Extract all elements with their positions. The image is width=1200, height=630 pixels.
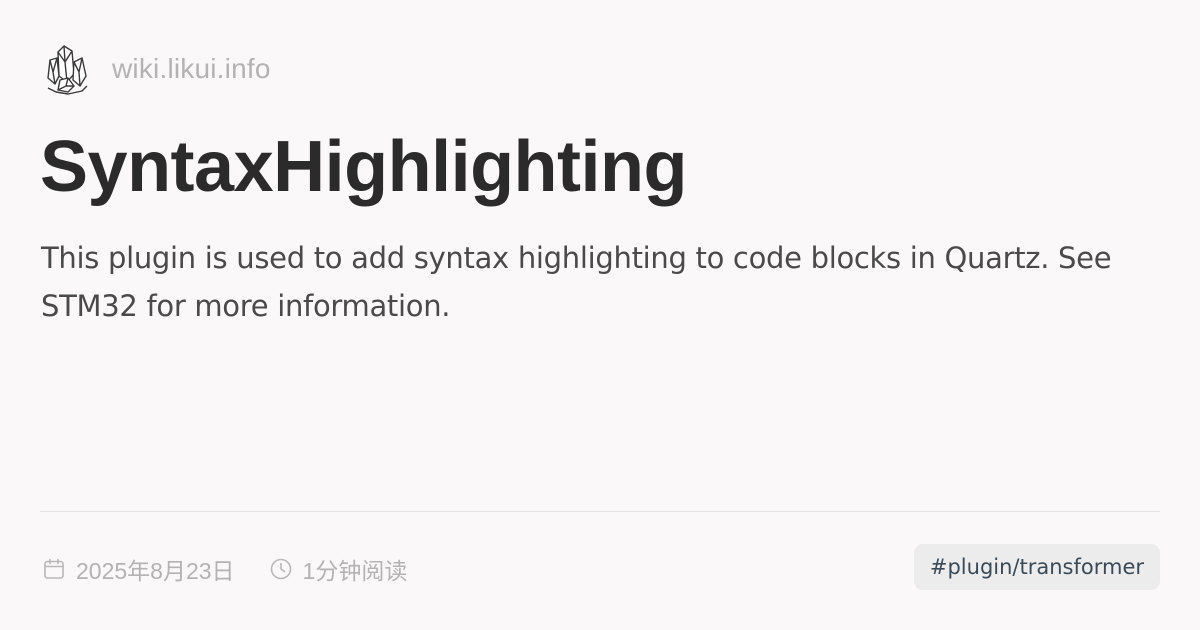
reading-time-meta: 1分钟阅读 — [269, 552, 408, 586]
page-title: SyntaxHighlighting — [40, 127, 687, 207]
reading-time-text: 1分钟阅读 — [302, 558, 408, 584]
crystal-cluster-icon — [47, 45, 88, 95]
date-meta: 2025年8月23日 — [42, 552, 235, 586]
site-header: wiki.likui.info — [44, 42, 271, 96]
calendar-icon — [44, 558, 64, 579]
clock-icon — [270, 558, 291, 580]
tag-badge[interactable]: #plugin/transformer — [913, 544, 1160, 590]
meta-row: 2025年8月23日 1分钟阅读 — [42, 548, 441, 590]
divider — [40, 511, 1160, 512]
og-card: wiki.likui.info SyntaxHighlighting This … — [0, 0, 1200, 630]
page-description: This plugin is used to add syntax highli… — [41, 241, 1112, 323]
site-name: wiki.likui.info — [112, 53, 271, 84]
date-text: 2025年8月23日 — [76, 558, 235, 584]
